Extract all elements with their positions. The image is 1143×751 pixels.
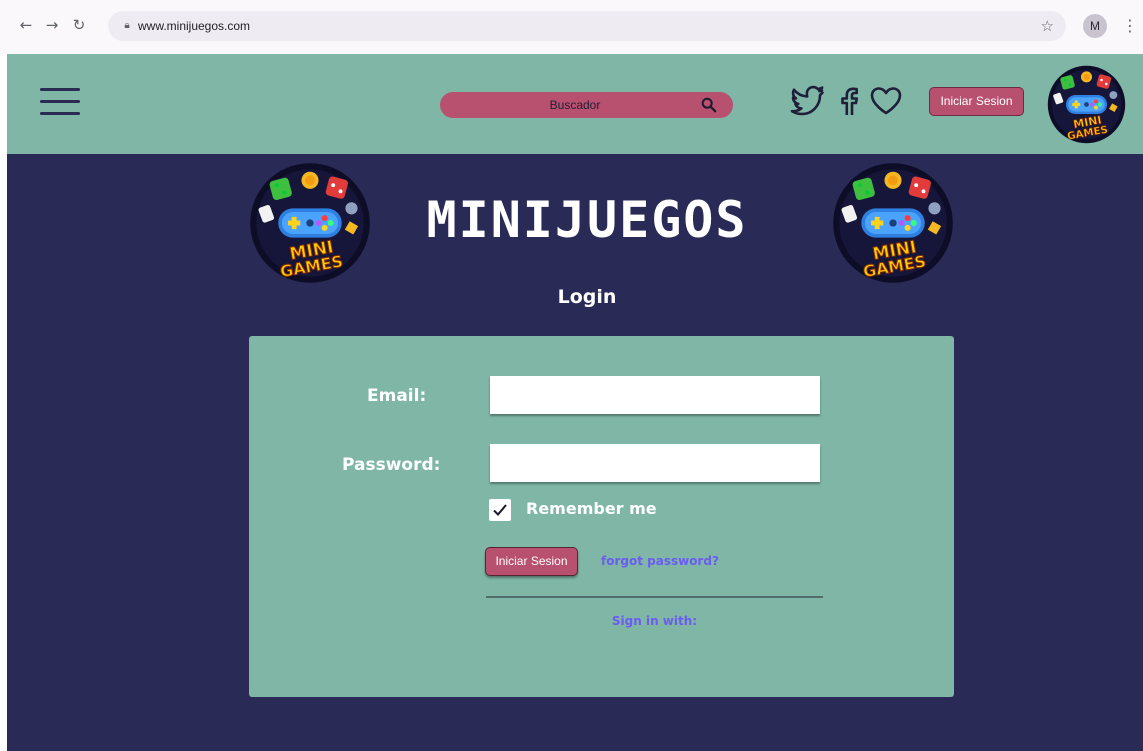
remember-me-checkbox[interactable]: [489, 499, 511, 521]
header-login-button[interactable]: Iniciar Sesion: [929, 87, 1024, 116]
search-bar: [440, 92, 733, 118]
checkmark-icon: [493, 504, 507, 516]
login-heading: Login: [557, 286, 617, 308]
browser-toolbar: ← → ↻ 🔒︎ www.minijuegos.com ☆ M ⋮: [0, 0, 1143, 54]
heart-icon[interactable]: [868, 85, 904, 117]
forgot-password-link[interactable]: forgot password?: [601, 552, 719, 570]
browser-menu-icon[interactable]: ⋮: [1122, 14, 1138, 38]
brand-logo-right-icon: [832, 162, 954, 284]
remember-me-label[interactable]: Remember me: [526, 496, 657, 522]
twitter-icon[interactable]: [790, 85, 826, 117]
browser-window: ← → ↻ 🔒︎ www.minijuegos.com ☆ M ⋮ Buscad…: [0, 0, 1143, 751]
email-field[interactable]: [490, 376, 820, 414]
facebook-icon[interactable]: [836, 85, 862, 117]
login-submit-button[interactable]: Iniciar Sesion: [485, 547, 578, 576]
bookmark-star-icon[interactable]: ☆: [1041, 11, 1054, 41]
divider: [486, 596, 823, 598]
hamburger-menu-icon[interactable]: [40, 83, 80, 121]
address-bar[interactable]: 🔒︎ www.minijuegos.com ☆: [108, 11, 1066, 41]
reload-icon[interactable]: ↻: [69, 14, 89, 36]
password-field[interactable]: [490, 444, 820, 482]
main-content: MINIJUEGOS Login Email: Password: Rememb…: [7, 154, 1143, 751]
url-text[interactable]: www.minijuegos.com: [138, 11, 250, 41]
site-logo-icon[interactable]: [1047, 65, 1126, 144]
sign-in-with-label: Sign in with:: [611, 614, 698, 628]
brand-logo-left-icon: [249, 162, 371, 284]
password-label: Password:: [342, 455, 441, 475]
lock-icon[interactable]: 🔒︎: [120, 16, 134, 36]
site-header: Iniciar Sesion: [7, 54, 1143, 154]
profile-avatar[interactable]: M: [1083, 14, 1107, 38]
search-icon[interactable]: [700, 96, 718, 114]
back-arrow-icon[interactable]: ←: [16, 14, 36, 36]
email-label: Email:: [367, 386, 427, 406]
site-title: MINIJUEGOS: [426, 191, 748, 249]
login-card: Email: Password: Remember me Iniciar Ses…: [249, 336, 954, 697]
forward-arrow-icon[interactable]: →: [42, 14, 62, 36]
search-input[interactable]: [460, 92, 690, 118]
